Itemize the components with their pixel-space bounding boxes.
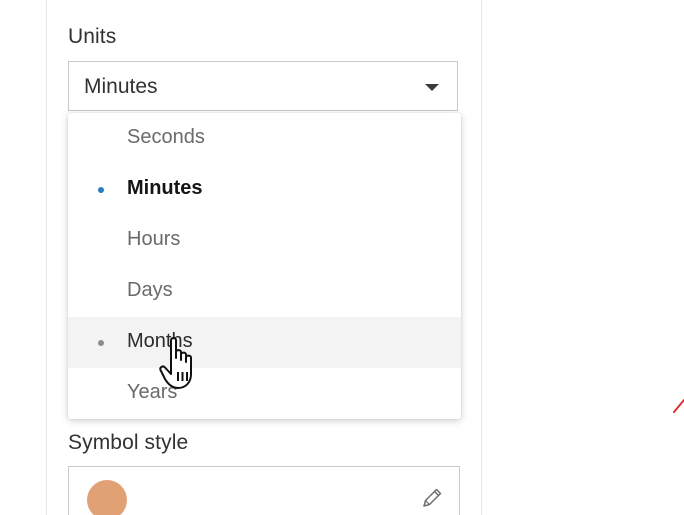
- symbol-style-label: Symbol style: [68, 431, 189, 454]
- option-label: Hours: [127, 228, 181, 250]
- screen: Units Minutes Seconds Minutes Hours Days…: [0, 0, 684, 515]
- units-option-seconds[interactable]: Seconds: [68, 113, 461, 164]
- option-label: Seconds: [127, 126, 205, 148]
- units-select[interactable]: Minutes: [68, 61, 458, 111]
- units-option-months[interactable]: Months: [68, 317, 461, 368]
- symbol-color-swatch: [87, 480, 127, 515]
- units-option-years[interactable]: Years: [68, 368, 461, 419]
- units-select-value: Minutes: [84, 75, 158, 98]
- annotation-mark: [673, 399, 684, 413]
- units-label: Units: [68, 25, 117, 48]
- units-option-hours[interactable]: Hours: [68, 215, 461, 266]
- pencil-icon[interactable]: [419, 485, 445, 511]
- symbol-style-picker[interactable]: [68, 466, 460, 515]
- option-label: Months: [127, 330, 193, 352]
- units-dropdown-menu: Seconds Minutes Hours Days Months Years: [68, 113, 461, 419]
- selected-dot-icon: [98, 187, 104, 193]
- option-label: Days: [127, 279, 173, 301]
- option-label: Years: [127, 381, 178, 403]
- units-option-days[interactable]: Days: [68, 266, 461, 317]
- option-label: Minutes: [127, 177, 203, 199]
- hover-dot-icon: [98, 340, 104, 346]
- units-option-minutes[interactable]: Minutes: [68, 164, 461, 215]
- chevron-down-icon: [425, 84, 439, 91]
